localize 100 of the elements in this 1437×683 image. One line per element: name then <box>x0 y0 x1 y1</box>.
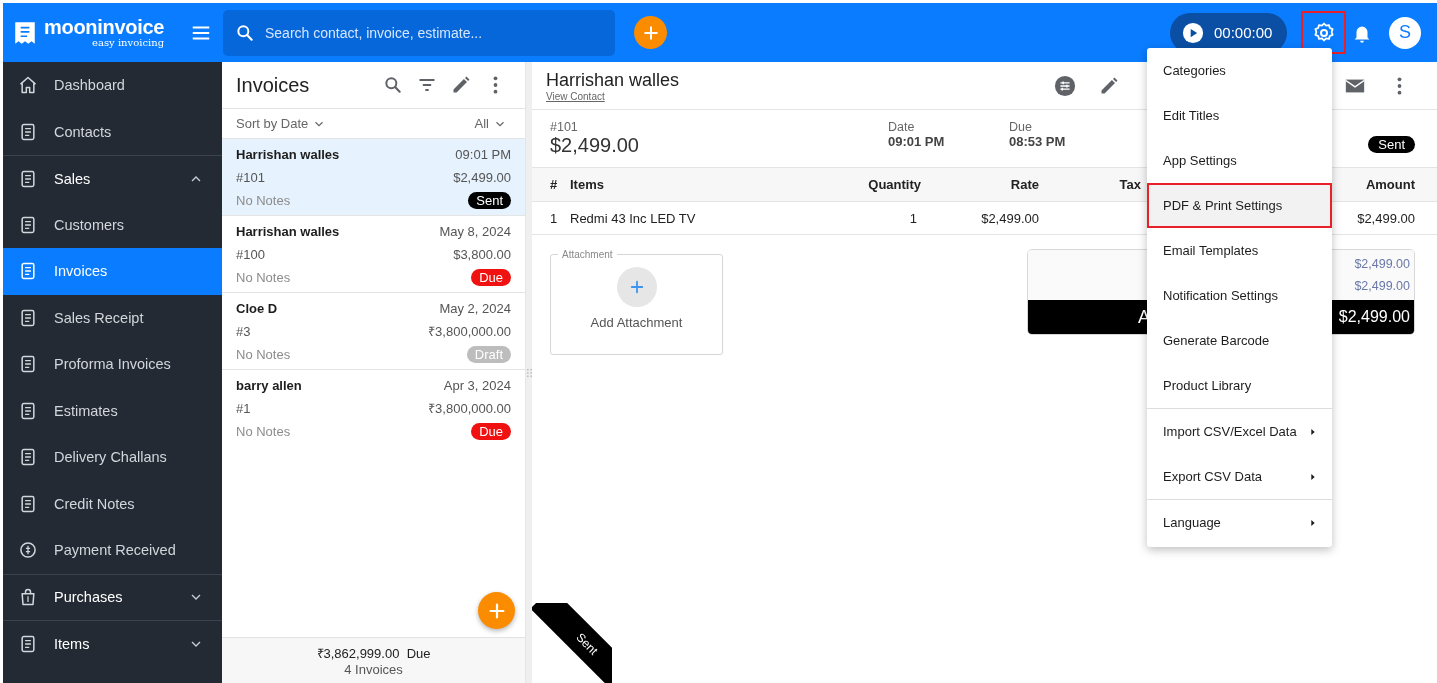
invoice-notes: No Notes <box>236 424 291 439</box>
invoice-date: 09:01 PM <box>888 134 946 149</box>
invoice-number: #1 <box>236 400 251 416</box>
invoice-number: #3 <box>236 323 251 339</box>
logo-icon <box>12 19 38 46</box>
sidebar-item[interactable]: Estimates <box>3 387 222 434</box>
column-header: # <box>550 177 559 192</box>
invoice-date: May 8, 2024 <box>439 224 511 239</box>
menu-item[interactable]: Notification Settings <box>1147 273 1332 318</box>
sidebar-item[interactable]: Delivery Challans <box>3 434 222 481</box>
search-icon <box>383 75 403 95</box>
coin-icon <box>18 540 38 561</box>
document-icon <box>18 354 38 375</box>
customer-name: Harrishan walles <box>236 147 340 162</box>
invoice-total: $2,499.00 <box>550 134 640 157</box>
menu-item[interactable]: Language <box>1147 500 1332 545</box>
invoice-date: May 2, 2024 <box>439 301 511 316</box>
due-date: 08:53 PM <box>1009 134 1066 149</box>
invoice-number: #101 <box>550 120 579 134</box>
table-cell-text: 1 <box>550 210 559 226</box>
due-total: ₹3,862,999.00 Due <box>316 645 431 662</box>
menu-item[interactable]: Email Templates <box>1147 228 1332 273</box>
column-header: Rate <box>1009 177 1039 192</box>
customer-name: Harrishan walles <box>236 224 340 239</box>
menu-item[interactable]: Import CSV/Excel Data <box>1147 409 1332 454</box>
menu-item[interactable]: App Settings <box>1147 138 1332 183</box>
sidebar-item[interactable]: Payment Received <box>3 527 222 574</box>
menu-item[interactable]: Product Library <box>1147 363 1332 408</box>
pencil-icon <box>1099 75 1119 96</box>
sliders-icon <box>1054 74 1076 97</box>
invoice-date: 09:01 PM <box>455 147 511 162</box>
status-badge: Due <box>471 269 511 286</box>
invoice-notes: No Notes <box>236 270 291 285</box>
column-header: Items <box>570 177 605 192</box>
document-icon <box>18 121 38 142</box>
table-cell-text: Redmi 43 Inc LED TV <box>570 210 697 226</box>
play-icon <box>1182 21 1204 44</box>
sidebar-item[interactable]: Customers <box>3 201 222 248</box>
pencil-icon <box>451 75 471 95</box>
sidebar-item[interactable]: Sales Receipt <box>3 294 222 341</box>
invoice-count: 4 Invoices <box>344 662 403 677</box>
table-cell-text: 1 <box>908 210 918 226</box>
filter-dropdown[interactable]: All <box>474 116 507 131</box>
more-icon <box>1396 76 1402 95</box>
customer-name: barry allen <box>236 378 302 393</box>
customer-name: Cloe D <box>236 301 278 316</box>
document-icon <box>18 261 38 282</box>
add-attachment-button[interactable]: Add Attachment <box>590 267 683 331</box>
sidebar-item[interactable]: Contacts <box>3 108 222 155</box>
app-tagline: easy invoicing <box>91 38 165 48</box>
document-icon <box>18 307 38 328</box>
status-badge: Sent <box>468 192 511 209</box>
menu-item[interactable]: Export CSV Data <box>1147 454 1332 499</box>
view-contact-link[interactable]: View Contact <box>546 90 605 102</box>
invoice-number: #100 <box>236 246 265 262</box>
add-button[interactable] <box>634 16 667 49</box>
search-icon <box>235 22 255 43</box>
panel-title: Invoices <box>236 73 310 97</box>
date-label: Date <box>888 120 916 134</box>
invoice-amount: $3,800.00 <box>453 246 511 262</box>
invoice-amount: $2,499.00 <box>453 169 511 185</box>
table-cell-text: $2,499.00 <box>980 210 1039 226</box>
column-header: Amount <box>1364 177 1415 192</box>
status-badge: Sent <box>1368 136 1415 153</box>
invoice-date: Apr 3, 2024 <box>443 378 511 393</box>
menu-item[interactable]: Generate Barcode <box>1147 318 1332 363</box>
invoice-number: #101 <box>236 169 265 185</box>
user-avatar[interactable]: S <box>1389 16 1421 49</box>
subtotal-amount: $2,499.00 <box>1354 278 1410 295</box>
sidebar-item[interactable]: Items <box>3 620 222 667</box>
sidebar-item[interactable]: Dashboard <box>3 62 222 109</box>
document-icon <box>18 633 38 654</box>
document-icon <box>18 214 38 235</box>
invoice-list-item[interactable]: barry allen Apr 3, 2024 #1 ₹3,800,000.00 No Notes Due <box>222 369 525 446</box>
document-icon <box>18 447 38 468</box>
document-icon <box>18 493 38 514</box>
sort-dropdown[interactable]: Sort by Date <box>236 116 327 131</box>
attachment-label: Attachment <box>561 249 614 260</box>
invoice-list-item[interactable]: Harrishan walles May 8, 2024 #100 $3,800.00 No Notes Due <box>222 215 525 292</box>
menu-item[interactable]: PDF & Print Settings <box>1147 183 1332 228</box>
invoice-notes: No Notes <box>236 347 291 362</box>
sidebar-item[interactable]: Invoices <box>3 248 222 295</box>
menu-item[interactable]: Edit Titles <box>1147 93 1332 138</box>
column-header: Quantity <box>867 177 921 192</box>
more-icon <box>492 76 498 94</box>
sidebar-item[interactable]: Credit Notes <box>3 480 222 527</box>
sidebar-item[interactable]: Purchases <box>3 573 222 620</box>
invoice-list-item[interactable]: Cloe D May 2, 2024 #3 ₹3,800,000.00 No Notes Draft <box>222 292 525 369</box>
invoice-amount: ₹3,800,000.00 <box>428 323 511 340</box>
invoice-list-item[interactable]: Harrishan walles 09:01 PM #101 $2,499.00 No Notes Sent <box>222 138 525 215</box>
status-badge: Draft <box>466 346 511 363</box>
column-header: Tax <box>1118 177 1141 192</box>
search-field[interactable]: Search contact, invoice, estimate... <box>223 9 615 56</box>
invoice-amount: ₹3,800,000.00 <box>428 400 511 417</box>
status-badge: Due <box>471 423 511 440</box>
total-amount: $2,499.00 <box>1338 307 1411 327</box>
app-logo: mooninvoice <box>44 17 165 37</box>
sidebar-item[interactable]: Proforma Invoices <box>3 341 222 388</box>
table-cell-text: $2,499.00 <box>1356 210 1415 226</box>
bag-icon <box>18 587 38 608</box>
